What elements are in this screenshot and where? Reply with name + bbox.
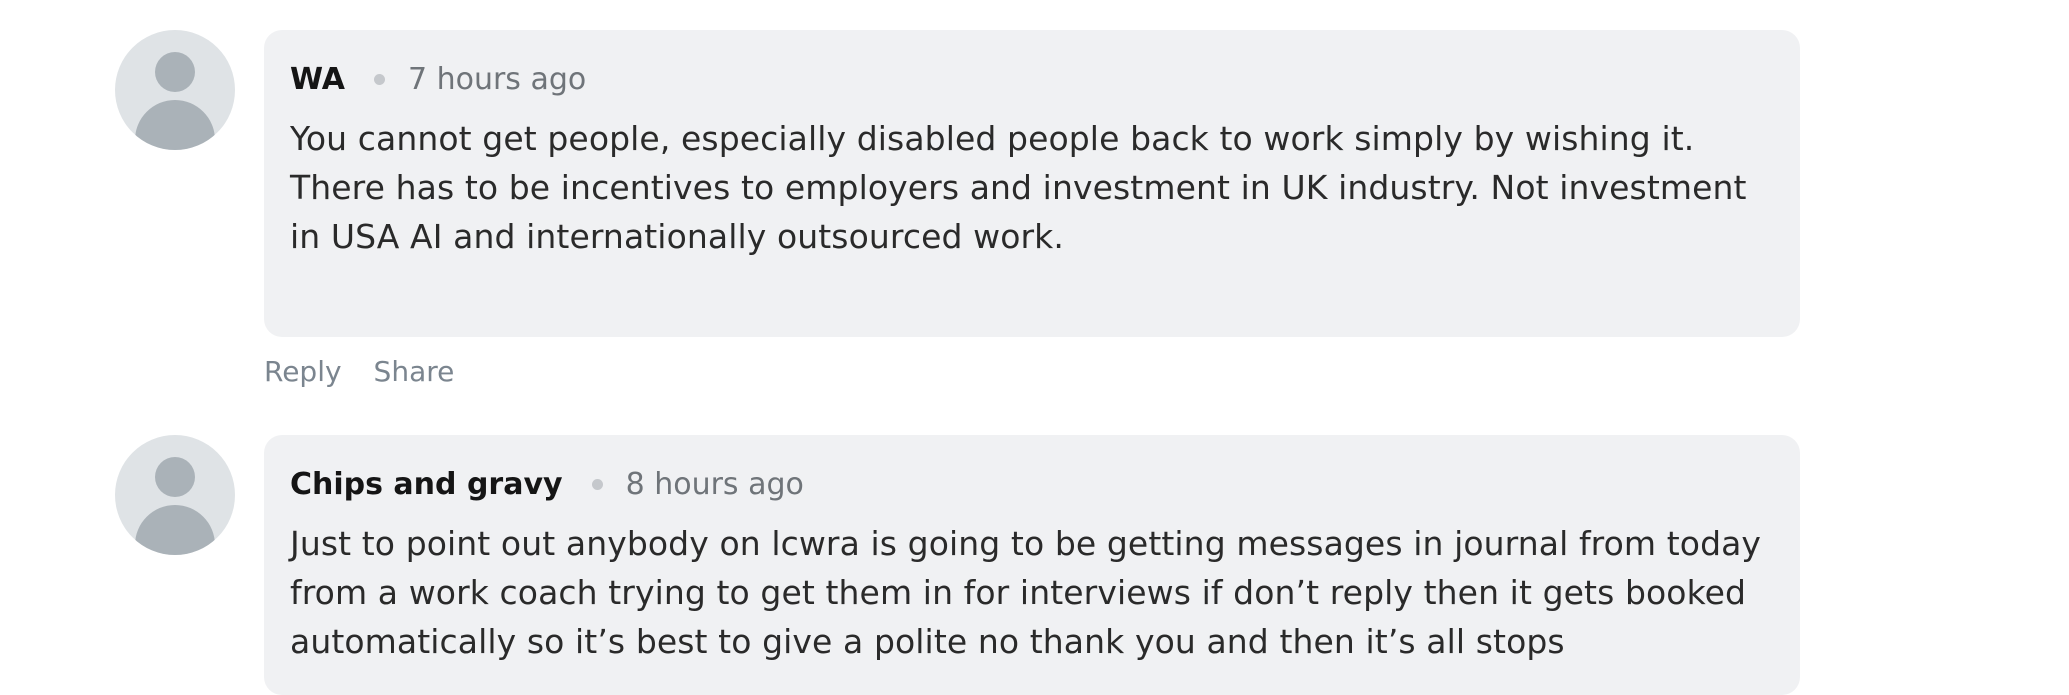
comment-timestamp: 7 hours ago xyxy=(407,61,587,97)
avatar-body xyxy=(135,505,215,555)
avatar-head xyxy=(155,52,195,92)
share-button[interactable]: Share xyxy=(374,355,455,388)
comment-text: You cannot get people, especially disabl… xyxy=(290,119,1747,256)
comment-meta: WA 7 hours ago xyxy=(290,56,1774,102)
comment-text: Just to point out anybody on lcwra is go… xyxy=(290,524,1762,661)
comment-bubble: WA 7 hours ago You cannot get people, es… xyxy=(264,30,1800,337)
comment-author[interactable]: WA xyxy=(290,62,345,97)
comment-actions: Reply Share xyxy=(264,355,454,388)
avatar-head xyxy=(155,457,195,497)
dot-separator-icon xyxy=(591,478,603,490)
comment-bubble: Chips and gravy 8 hours ago Just to poin… xyxy=(264,435,1800,695)
comment-thread: WA 7 hours ago You cannot get people, es… xyxy=(0,0,2069,695)
avatar-body xyxy=(135,100,215,150)
comment-meta: Chips and gravy 8 hours ago xyxy=(290,461,1774,507)
dot-separator-icon xyxy=(373,73,385,85)
user-avatar-icon[interactable] xyxy=(115,30,235,150)
comment-timestamp: 8 hours ago xyxy=(625,466,804,502)
comment-author[interactable]: Chips and gravy xyxy=(290,467,563,502)
user-avatar-icon[interactable] xyxy=(115,435,235,555)
reply-button[interactable]: Reply xyxy=(264,355,342,388)
